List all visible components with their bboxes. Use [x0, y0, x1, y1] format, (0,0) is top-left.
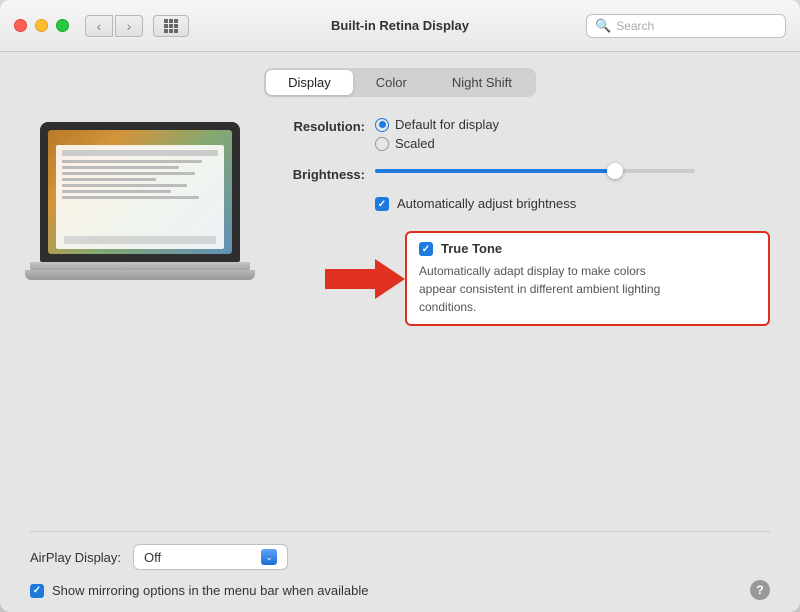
brightness-slider-thumb[interactable]: [607, 163, 623, 179]
true-tone-box: ✓ True Tone Automatically adapt display …: [405, 231, 770, 326]
tab-display[interactable]: Display: [266, 70, 353, 95]
laptop-thumbnail: [30, 122, 250, 531]
maximize-button[interactable]: [56, 19, 69, 32]
nav-buttons: ‹ ›: [85, 15, 143, 37]
check-icon: ✓: [378, 199, 386, 210]
airplay-dropdown[interactable]: Off ⌄: [133, 544, 288, 570]
resolution-scaled-label: Scaled: [395, 136, 435, 151]
mirroring-row: ✓ Show mirroring options in the menu bar…: [30, 583, 369, 598]
laptop-chassis: [25, 270, 255, 280]
true-tone-title: True Tone: [441, 241, 502, 256]
text-line-2: [62, 166, 179, 169]
grid-icon: [164, 19, 178, 33]
mid-section: Resolution: Default for display Scaled: [30, 117, 770, 531]
titlebar: ‹ › Built-in Retina Display 🔍: [0, 0, 800, 52]
airplay-value: Off: [144, 550, 161, 565]
bottom-bar: AirPlay Display: Off ⌄ ✓ Show mirroring …: [30, 531, 770, 600]
minimize-button[interactable]: [35, 19, 48, 32]
tab-color[interactable]: Color: [354, 70, 429, 95]
content-area: Display Color Night Shift: [0, 52, 800, 612]
traffic-lights: [14, 19, 69, 32]
check-icon-true-tone: ✓: [422, 244, 430, 255]
auto-brightness-checkbox[interactable]: ✓: [375, 197, 389, 211]
text-line-5: [62, 184, 187, 187]
search-box[interactable]: 🔍: [586, 14, 786, 38]
text-line-1: [62, 160, 202, 163]
tabs-container: Display Color Night Shift: [30, 68, 770, 97]
forward-button[interactable]: ›: [115, 15, 143, 37]
screen-taskbar: [64, 236, 216, 244]
check-icon-mirroring: ✓: [33, 585, 41, 596]
brightness-row: Brightness:: [270, 165, 770, 182]
resolution-default-radio[interactable]: [375, 118, 389, 132]
bottom-row: ✓ Show mirroring options in the menu bar…: [30, 580, 770, 600]
text-line-6: [62, 190, 171, 193]
true-tone-description: Automatically adapt display to make colo…: [419, 262, 679, 316]
forward-icon: ›: [127, 18, 132, 34]
resolution-label: Resolution:: [270, 117, 365, 134]
laptop-top: [40, 122, 240, 262]
tab-night-shift[interactable]: Night Shift: [430, 70, 534, 95]
settings-panel: Resolution: Default for display Scaled: [270, 117, 770, 531]
true-tone-section: ✓ True Tone Automatically adapt display …: [325, 231, 770, 326]
true-tone-header: ✓ True Tone: [419, 241, 756, 256]
back-button[interactable]: ‹: [85, 15, 113, 37]
mirroring-label: Show mirroring options in the menu bar w…: [52, 583, 369, 598]
text-line-3: [62, 172, 195, 175]
text-line-7: [62, 196, 199, 199]
back-icon: ‹: [97, 18, 102, 34]
text-line-4: [62, 178, 156, 181]
tab-group: Display Color Night Shift: [264, 68, 536, 97]
auto-brightness-label: Automatically adjust brightness: [397, 196, 576, 211]
brightness-slider-track[interactable]: [375, 169, 695, 173]
system-preferences-window: ‹ › Built-in Retina Display 🔍 Display Co: [0, 0, 800, 612]
resolution-default-label: Default for display: [395, 117, 499, 132]
brightness-label: Brightness:: [270, 165, 365, 182]
auto-brightness-checkbox-row: ✓ Automatically adjust brightness: [375, 196, 576, 211]
screen-overlay: [56, 145, 224, 249]
search-input[interactable]: [616, 19, 777, 33]
close-button[interactable]: [14, 19, 27, 32]
auto-brightness-row: ✓ Automatically adjust brightness: [375, 196, 770, 211]
search-icon: 🔍: [595, 18, 611, 34]
help-button[interactable]: ?: [750, 580, 770, 600]
resolution-default-option[interactable]: Default for display: [375, 117, 499, 132]
dropdown-arrow-icon: ⌄: [261, 549, 277, 565]
screen-bg: [48, 130, 232, 254]
mirroring-checkbox[interactable]: ✓: [30, 584, 44, 598]
resolution-control: Default for display Scaled: [375, 117, 499, 151]
airplay-row: AirPlay Display: Off ⌄: [30, 544, 770, 570]
resolution-scaled-option[interactable]: Scaled: [375, 136, 499, 151]
airplay-label: AirPlay Display:: [30, 550, 121, 565]
resolution-row: Resolution: Default for display Scaled: [270, 117, 770, 151]
true-tone-checkbox[interactable]: ✓: [419, 242, 433, 256]
screen-toolbar: [62, 150, 218, 156]
window-title: Built-in Retina Display: [331, 18, 469, 33]
grid-view-button[interactable]: [153, 15, 189, 37]
red-arrow-icon: [325, 255, 405, 303]
laptop-hinge: [30, 262, 250, 270]
resolution-scaled-radio[interactable]: [375, 137, 389, 151]
radio-inner: [379, 121, 386, 128]
